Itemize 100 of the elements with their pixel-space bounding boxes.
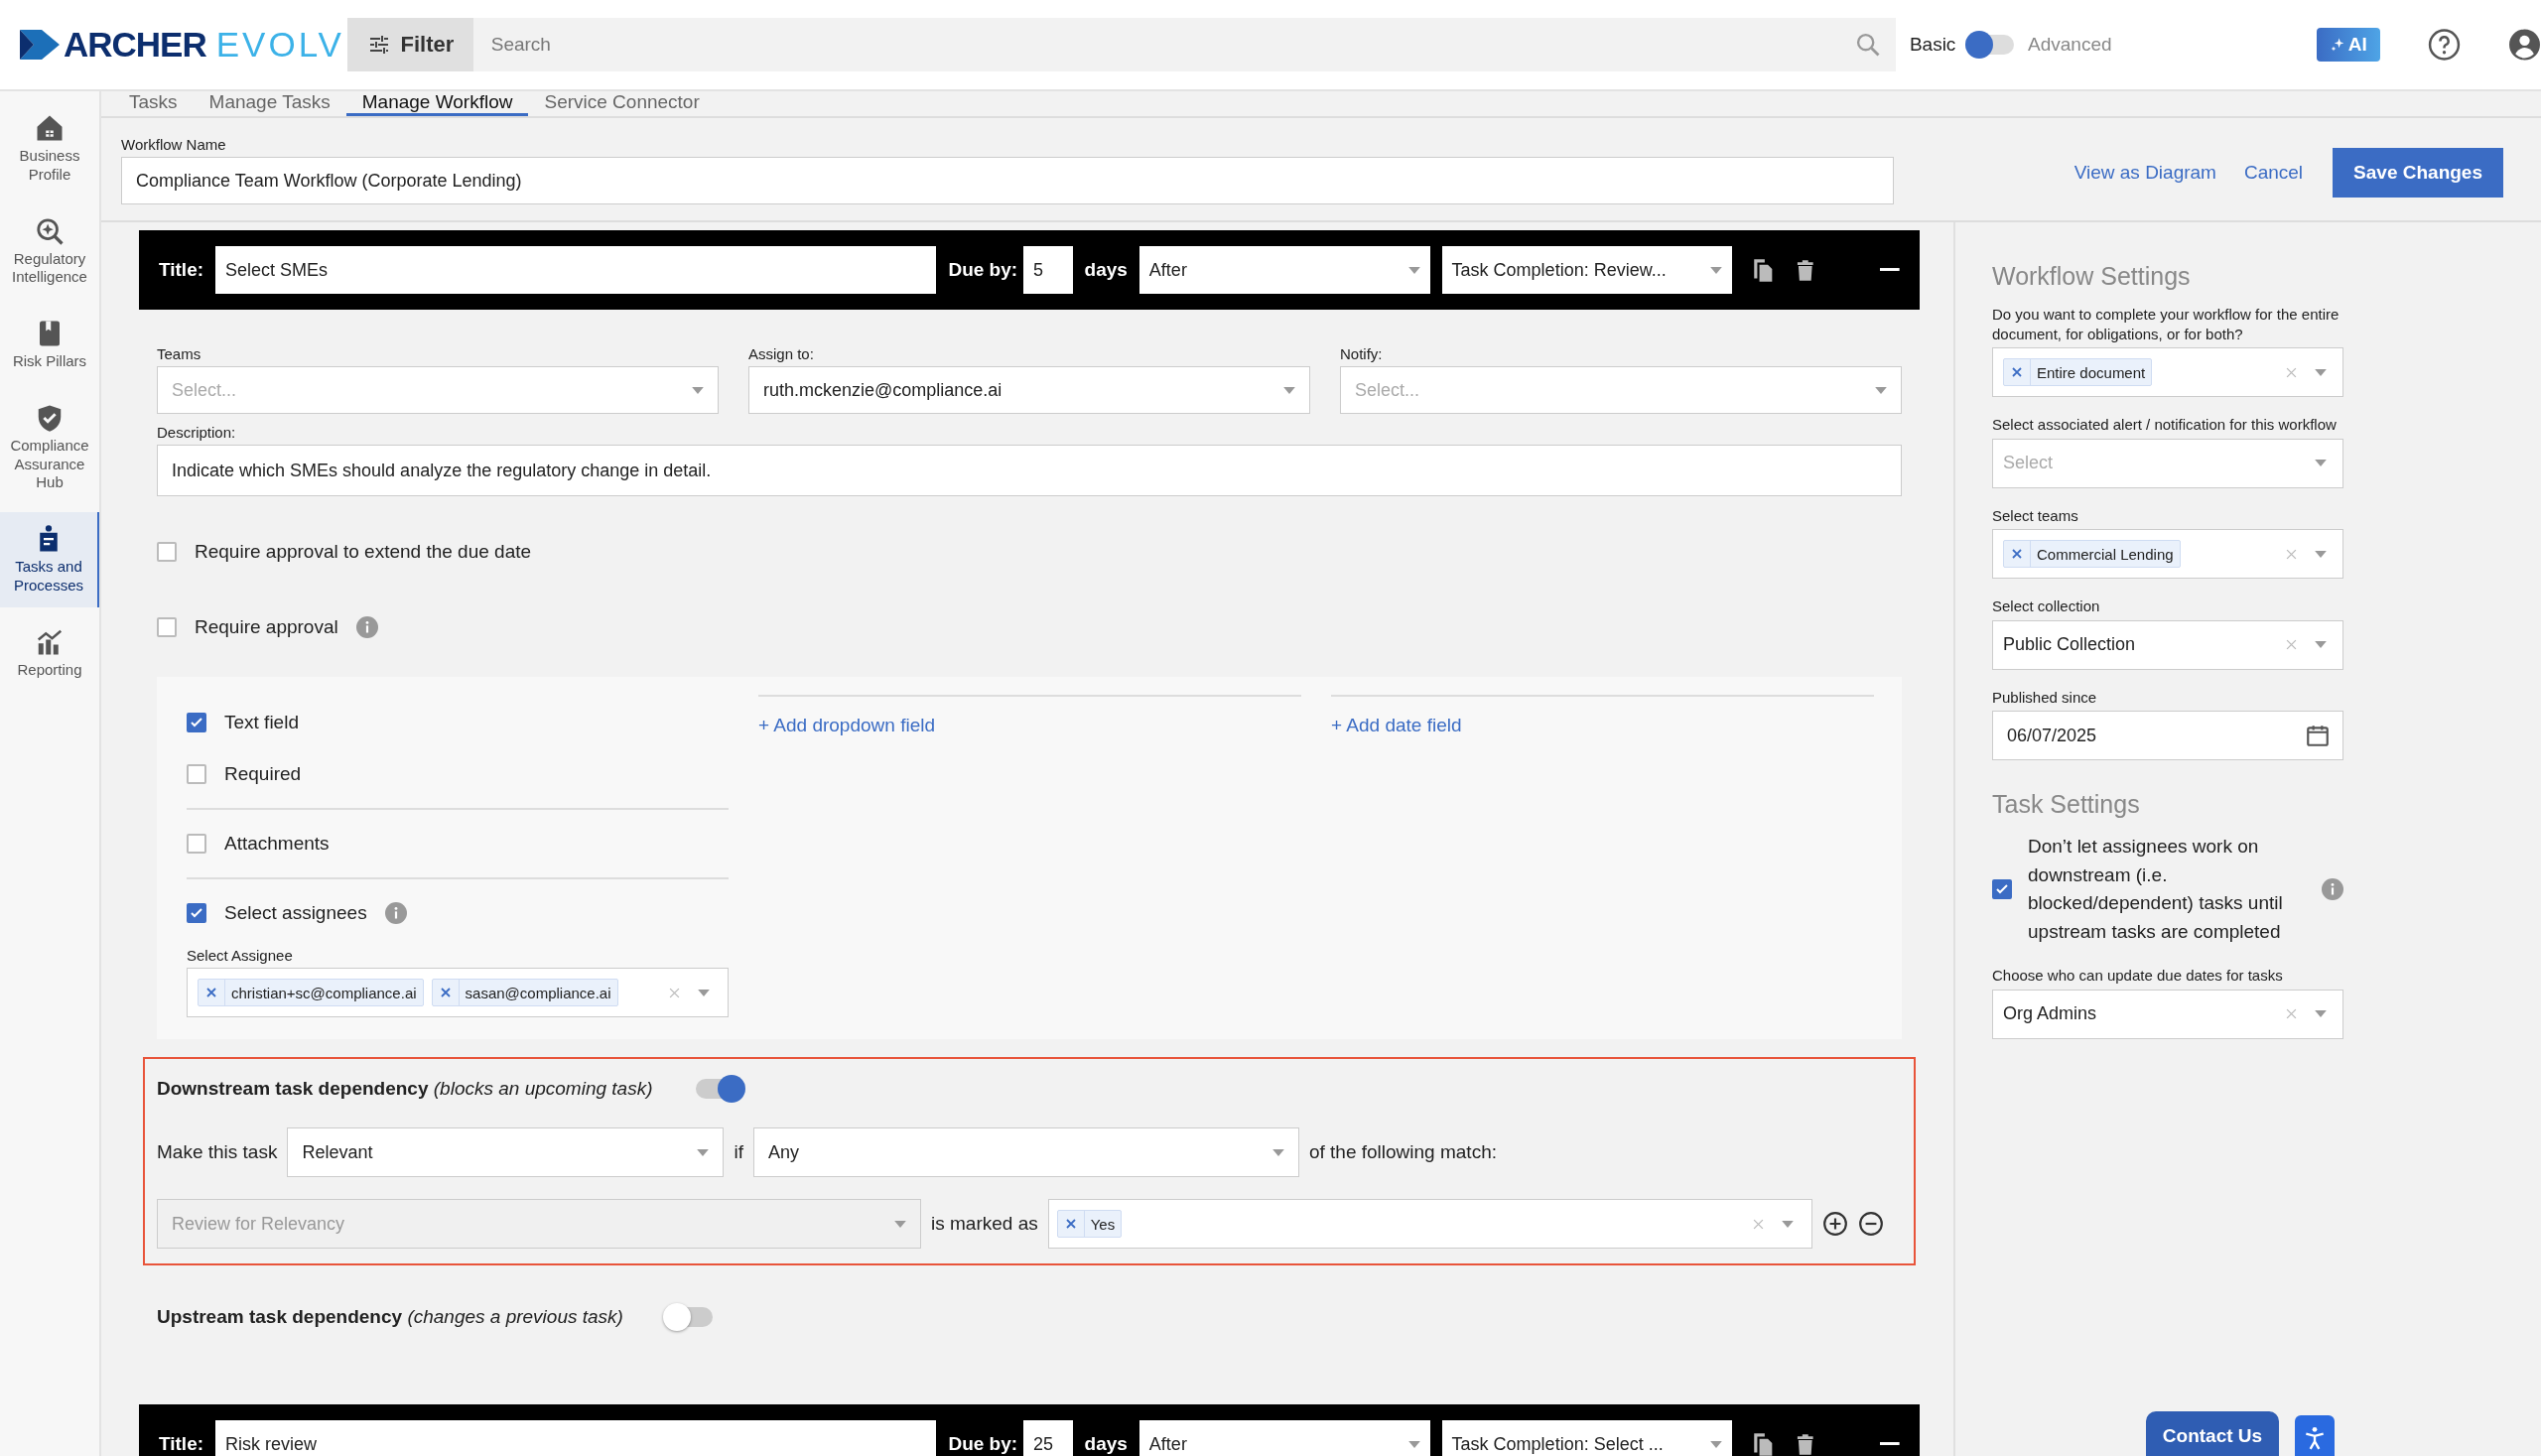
condition-text: if	[734, 1141, 743, 1163]
sidebar-item[interactable]: Business Profile	[0, 101, 99, 197]
workflow-name-field[interactable]: Compliance Team Workflow (Corporate Lending)	[121, 157, 1894, 204]
tab[interactable]: Manage Tasks	[193, 91, 346, 116]
sidebar-item[interactable]: Reporting	[0, 614, 99, 692]
condition-text: of the following match:	[1308, 1141, 1497, 1163]
checkbox-label: Don’t let assignees work on downstream (i.e. blocked/dependent) tasks until upstream tasks are completed	[2028, 835, 2284, 944]
magnifier-icon	[35, 215, 65, 246]
checkbox-label: Text field	[224, 712, 299, 733]
save-button[interactable]: Save Changes	[2333, 147, 2503, 198]
remove-circle-icon[interactable]	[1857, 1211, 1884, 1237]
title-label: Title:	[159, 259, 204, 281]
sidebar-item[interactable]: Risk Pillars	[0, 307, 99, 383]
caret-icon	[894, 1220, 906, 1228]
tab[interactable]: Tasks	[113, 91, 194, 116]
relation-dropdown[interactable]: After	[1138, 1420, 1430, 1456]
select-dropdown[interactable]: Org Admins	[1992, 989, 2343, 1039]
condition-text: is marked as	[931, 1213, 1038, 1235]
date-field[interactable]: 06/07/2025	[1992, 711, 2343, 760]
due-label: Due by:	[948, 259, 1018, 281]
section-heading: Workflow Settings	[1992, 262, 2192, 291]
user-icon[interactable]	[2508, 28, 2541, 62]
info-icon	[2322, 878, 2343, 900]
contact-us-button[interactable]: Contact Us	[2146, 1411, 2279, 1456]
calendar-icon[interactable]	[2305, 723, 2331, 748]
caret-icon	[1710, 1440, 1723, 1448]
caret-icon	[2315, 641, 2327, 648]
checkbox[interactable]	[1992, 879, 2012, 899]
caret-icon	[2315, 1010, 2327, 1017]
field-label: Choose who can update due dates for tasks	[1992, 966, 2284, 986]
title-label: Title:	[159, 1433, 204, 1455]
trigger-dropdown[interactable]: Task Completion: Select ...	[1441, 1420, 1733, 1456]
tag-chip[interactable]: Entire document	[2003, 358, 2153, 386]
days-label: days	[1084, 259, 1128, 281]
tab[interactable]: Service Connector	[528, 91, 716, 116]
assignee-dropdown[interactable]: ruth.mckenzie@compliance.ai	[748, 366, 1310, 414]
checkbox-label: Select assignees	[224, 902, 367, 924]
field-label: Select collection	[1992, 596, 2101, 616]
field-label: Published since	[1992, 687, 2098, 707]
checkbox-label: Require approval to extend the due date	[195, 541, 532, 563]
checkbox[interactable]	[187, 903, 206, 923]
info-icon	[384, 902, 407, 924]
due-days-field[interactable]: 5	[1023, 246, 1073, 294]
title-field[interactable]: Risk review	[215, 1420, 937, 1456]
field-label: Assign to:	[748, 345, 814, 362]
caret-icon	[2315, 550, 2327, 558]
select-dropdown[interactable]: Public Collection	[1992, 619, 2343, 670]
collapse-icon[interactable]	[1880, 268, 1900, 272]
caret-icon	[1875, 386, 1887, 394]
field-label: Select associated alert / notification for this workflow	[1992, 415, 2338, 435]
help-icon[interactable]	[2428, 28, 2461, 62]
brand-suffix: EVOLV	[215, 25, 344, 65]
caret-icon	[698, 989, 710, 996]
mode-label: Basic	[1909, 34, 1956, 56]
checkbox-label: Attachments	[224, 833, 330, 855]
field-label: Do you want to complete your workflow for the entire document, for obligations, or for both?	[1992, 305, 2340, 343]
condition-text: Make this task	[157, 1141, 278, 1163]
accessibility-button[interactable]	[2295, 1415, 2335, 1456]
add-field-link[interactable]: + Add dropdown field	[758, 715, 935, 735]
caret-icon	[2315, 460, 2327, 466]
checkbox[interactable]	[157, 542, 177, 562]
sidebar-item[interactable]: Regulatory Intelligence	[0, 203, 99, 299]
chevron-logo-icon	[20, 30, 60, 60]
filter-button[interactable]: Filter	[347, 18, 473, 71]
due-label: Due by:	[948, 1433, 1018, 1455]
relation-dropdown[interactable]: After	[1138, 246, 1430, 294]
days-label: days	[1084, 1433, 1128, 1455]
checkbox[interactable]	[157, 617, 177, 637]
caret-icon	[1407, 266, 1420, 274]
caret-icon	[1283, 386, 1295, 394]
trigger-dropdown[interactable]: Task Completion: Review...	[1441, 246, 1733, 294]
caret-icon	[1781, 1220, 1794, 1228]
add-circle-icon[interactable]	[1821, 1211, 1848, 1237]
checkbox[interactable]	[187, 834, 206, 854]
collapse-icon[interactable]	[1880, 1442, 1900, 1446]
view-diagram-link[interactable]: View as Diagram	[2073, 161, 2216, 184]
description-field[interactable]: Indicate which SMEs should analyze the regulatory change in detail.	[157, 445, 1902, 496]
sidebar-item[interactable]: Tasks and Processes	[0, 512, 99, 607]
caret-icon	[1271, 1148, 1284, 1156]
house-icon	[35, 113, 65, 143]
assignee-multi-select[interactable]: christian+sc@compliance.ai sasan@compliance.ai	[187, 968, 729, 1017]
assignee-chip[interactable]: sasan@compliance.ai	[431, 979, 618, 1006]
quantifier-dropdown[interactable]: Any	[752, 1127, 1299, 1177]
tab[interactable]: Manage Workflow	[345, 91, 529, 116]
search-field[interactable]: Search	[472, 18, 1896, 71]
cancel-link[interactable]: Cancel	[2243, 161, 2304, 184]
due-days-field[interactable]: 25	[1023, 1420, 1073, 1456]
checkbox[interactable]	[187, 764, 206, 784]
state-dropdown[interactable]: Relevant	[287, 1127, 725, 1177]
caret-icon	[692, 386, 704, 394]
checkbox[interactable]	[187, 713, 206, 732]
field-label: Notify:	[1340, 345, 1383, 362]
sidebar-item[interactable]: Compliance Assurance Hub	[0, 390, 99, 504]
tag-chip[interactable]: Commercial Lending	[2003, 540, 2181, 568]
title-field[interactable]: Select SMEs	[215, 246, 937, 294]
multi-select-field[interactable]: Entire document	[1992, 347, 2343, 397]
multi-select-field[interactable]: Commercial Lending	[1992, 529, 2343, 579]
mode-label: Advanced	[2028, 34, 2112, 56]
assignee-chip[interactable]: christian+sc@compliance.ai	[198, 979, 424, 1006]
add-field-link[interactable]: + Add date field	[1331, 715, 1462, 735]
